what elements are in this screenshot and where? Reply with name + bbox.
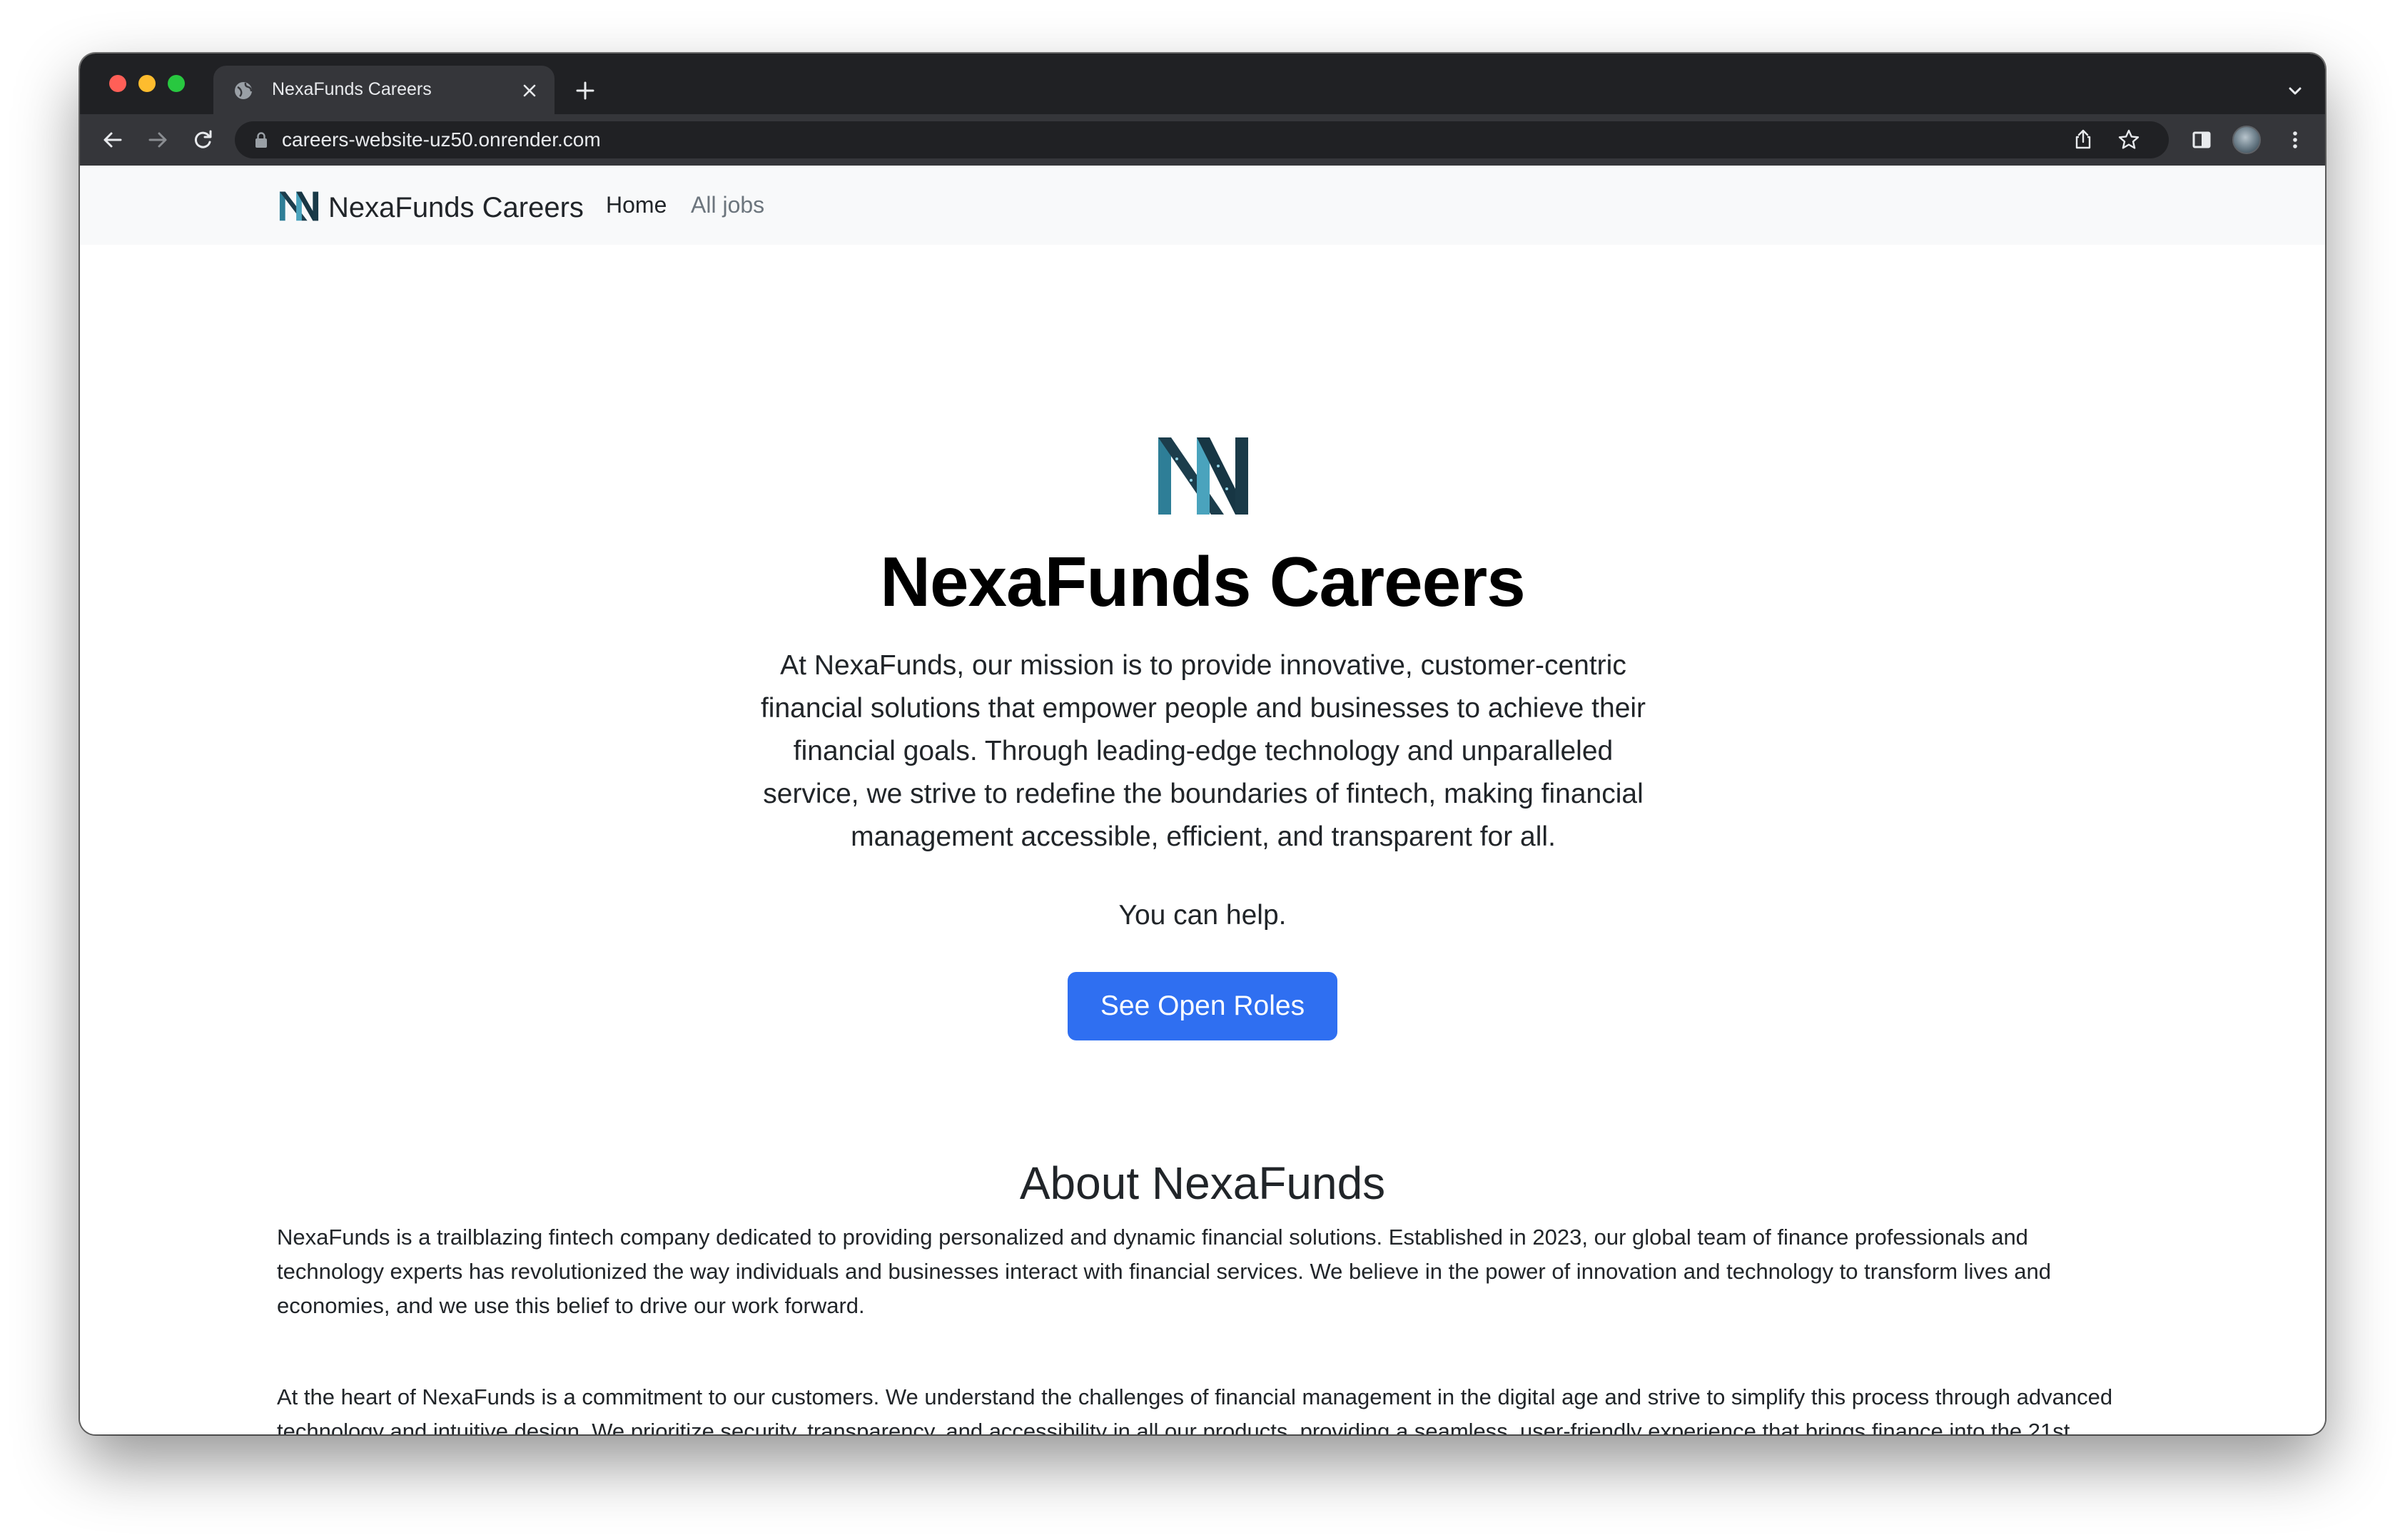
page-content: NexaFunds Careers Home All jobs NexaFund… xyxy=(80,166,2325,1434)
hero-title: NexaFunds Careers xyxy=(880,542,1526,621)
share-icon[interactable] xyxy=(2070,127,2096,153)
star-icon[interactable] xyxy=(2116,127,2142,153)
nexafunds-logo xyxy=(1158,437,1248,515)
see-open-roles-button[interactable]: See Open Roles xyxy=(1068,972,1337,1040)
hero-tagline: You can help. xyxy=(1118,900,1287,931)
lock-icon[interactable] xyxy=(253,131,269,148)
reload-icon[interactable] xyxy=(190,127,216,153)
browser-toolbar: careers-website-uz50.onrender.com xyxy=(80,114,2325,166)
window-maximize-button[interactable] xyxy=(168,75,185,92)
about-heading: About NexaFunds xyxy=(1019,1157,1386,1209)
window-minimize-button[interactable] xyxy=(138,75,156,92)
browser-tab[interactable]: NexaFunds Careers xyxy=(213,66,555,114)
about-paragraph: NexaFunds is a trailblazing fintech comp… xyxy=(277,1225,2051,1318)
window-close-button[interactable] xyxy=(109,75,126,92)
globe-icon xyxy=(235,82,253,99)
side-panel-icon[interactable] xyxy=(2189,127,2214,153)
profile-avatar[interactable] xyxy=(2232,126,2261,154)
mission-statement: At NexaFunds, our mission is to provide … xyxy=(760,650,1646,852)
url-text: careers-website-uz50.onrender.com xyxy=(282,128,601,151)
more-vert-icon[interactable] xyxy=(2282,127,2308,153)
nav-link-all-jobs[interactable]: All jobs xyxy=(691,192,764,218)
plus-icon[interactable] xyxy=(572,78,598,103)
address-bar[interactable]: careers-website-uz50.onrender.com xyxy=(235,121,2169,158)
browser-window: NexaFunds Careers careers-website-uz50.o… xyxy=(80,54,2325,1434)
chevron-down-icon[interactable] xyxy=(2285,81,2305,101)
tab-title: NexaFunds Careers xyxy=(272,79,432,99)
back-arrow-icon[interactable] xyxy=(100,127,126,153)
tab-strip: NexaFunds Careers xyxy=(80,54,2325,114)
close-icon[interactable] xyxy=(520,81,539,100)
nav-link-home[interactable]: Home xyxy=(606,192,667,218)
site-navbar: NexaFunds Careers Home All jobs xyxy=(80,166,2325,245)
brand-name: NexaFunds Careers xyxy=(328,192,584,223)
forward-arrow-icon[interactable] xyxy=(145,127,171,153)
nexafunds-logo xyxy=(279,191,319,221)
about-paragraph: At the heart of NexaFunds is a commitmen… xyxy=(277,1384,2113,1434)
